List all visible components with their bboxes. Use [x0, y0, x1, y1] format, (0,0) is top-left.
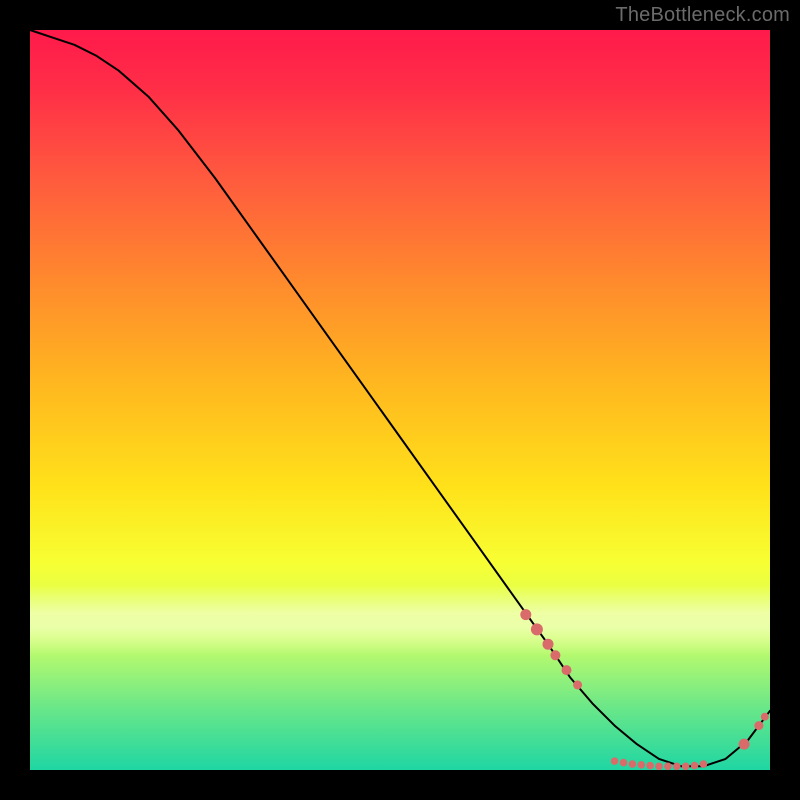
data-marker [531, 623, 543, 635]
data-marker [520, 609, 531, 620]
data-marker [673, 763, 681, 771]
curve-layer [30, 30, 770, 770]
data-marker [629, 760, 637, 768]
data-marker [754, 721, 763, 730]
data-marker [573, 680, 582, 689]
bottleneck-curve [30, 30, 770, 766]
data-marker [739, 739, 750, 750]
data-marker [637, 761, 645, 769]
data-marker [682, 763, 690, 771]
data-marker [646, 762, 654, 770]
plot-area [30, 30, 770, 770]
data-marker [550, 650, 560, 660]
data-marker [543, 639, 554, 650]
data-marker [611, 757, 619, 765]
chart-stage: TheBottleneck.com [0, 0, 800, 800]
data-marker [691, 762, 699, 770]
data-marker [562, 665, 572, 675]
data-marker [620, 759, 628, 767]
data-marker [664, 763, 672, 771]
data-marker [700, 760, 708, 768]
markers-group [520, 609, 769, 770]
data-marker [655, 763, 663, 771]
watermark-text: TheBottleneck.com [615, 4, 790, 27]
data-marker [761, 713, 769, 721]
